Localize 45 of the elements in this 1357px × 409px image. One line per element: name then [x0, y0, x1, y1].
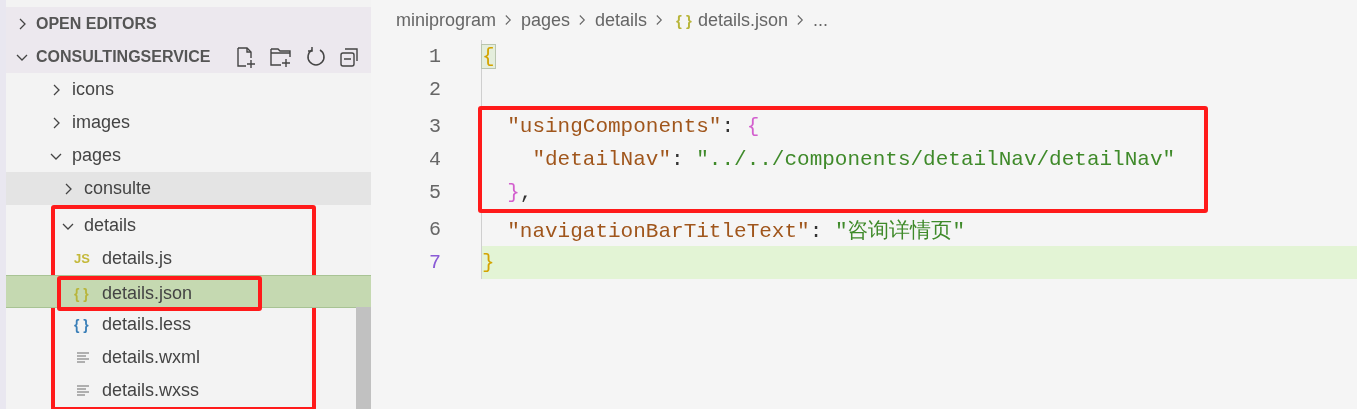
breadcrumb-item[interactable]: details.json	[697, 9, 788, 31]
line-number: 3	[429, 115, 441, 138]
code-line: }	[482, 251, 495, 274]
chevron-right-icon	[578, 14, 588, 26]
new-folder-icon[interactable]	[269, 45, 293, 68]
line-number: 6	[429, 218, 441, 241]
collapse-all-icon[interactable]	[339, 45, 361, 68]
code-line: },	[506, 181, 533, 204]
code-line: "usingComponents": {	[506, 115, 760, 138]
section-header[interactable]: OPEN EDITORS	[6, 7, 371, 40]
tree-item[interactable]: icons	[6, 73, 371, 106]
line-number: 5	[429, 181, 441, 204]
tree-item[interactable]: details	[55, 209, 312, 242]
line-number: 1	[429, 45, 441, 68]
tree-item[interactable]: pages	[6, 139, 371, 172]
annotation-box: { } details.json	[57, 276, 262, 311]
tree-item[interactable]: details.wxss	[55, 374, 312, 407]
braces-icon: { }	[676, 11, 692, 29]
code-line: "detailNav": "../../components/detailNav/detailNav"	[531, 148, 1176, 171]
tree-item[interactable]: consulte	[6, 172, 371, 205]
section-header[interactable]: CONSULTINGSERVICE	[6, 40, 371, 73]
scrollbar[interactable]	[356, 307, 371, 409]
line-number: 2	[429, 78, 441, 101]
line-number: 7	[429, 251, 441, 274]
chevron-right-icon	[504, 14, 514, 26]
breadcrumb-item[interactable]: details	[595, 9, 648, 31]
tree-item[interactable]: { } details.json	[6, 275, 371, 308]
breadcrumb-item[interactable]: ...	[813, 9, 829, 31]
code-line: "navigationBarTitleText": "咨询详情页"	[506, 218, 966, 244]
tree-item[interactable]: { } details.less	[55, 308, 312, 341]
breadcrumb-item[interactable]: miniprogram	[396, 9, 497, 31]
line-number: 4	[429, 148, 441, 171]
tree-item[interactable]: images	[6, 106, 371, 139]
chevron-right-icon	[796, 14, 805, 26]
tree-item[interactable]: details.wxml	[55, 341, 312, 374]
breadcrumb-item[interactable]: pages	[521, 9, 571, 31]
new-file-icon[interactable]	[235, 45, 257, 68]
lines-icon	[74, 383, 92, 398]
tree-item[interactable]: JS details.js	[55, 242, 312, 275]
lines-icon	[74, 350, 92, 365]
braces-icon: { }	[74, 285, 92, 302]
refresh-icon[interactable]	[305, 45, 327, 68]
chevron-right-icon	[655, 14, 665, 26]
js-file-icon: JS	[74, 251, 92, 266]
braces-icon: { }	[74, 316, 92, 333]
